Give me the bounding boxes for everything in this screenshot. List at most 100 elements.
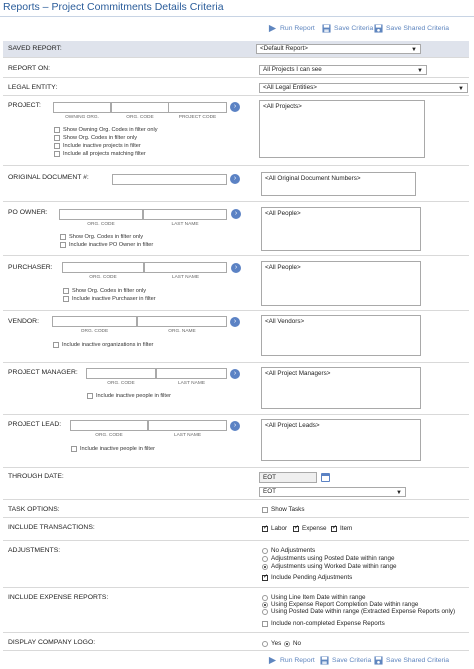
completion-date-radio[interactable]: Using Expense Report Completion Date wit… bbox=[262, 601, 418, 608]
po-owner-label: PO OWNER: bbox=[8, 209, 48, 216]
project-lead-last-name-caption: LAST NAME bbox=[173, 433, 202, 438]
project-lead-list[interactable]: <All Project Leads> bbox=[261, 419, 421, 461]
po-owner-show-org-codes-checkbox[interactable]: Show Org. Codes in filter only bbox=[60, 234, 143, 240]
project-lead-last-name-input[interactable] bbox=[148, 420, 227, 431]
arrow-right-circle-icon[interactable]: › bbox=[231, 209, 241, 219]
radio-circle bbox=[262, 608, 268, 615]
posted-date-radio[interactable]: Using Posted Date within range (Extracte… bbox=[262, 608, 455, 615]
labor-label: Labor bbox=[271, 525, 288, 532]
project-lead-include-inactive-checkbox[interactable]: Include inactive people in filter bbox=[71, 446, 155, 452]
save-shared-criteria-label: Save Shared Criteria bbox=[386, 25, 450, 32]
project-code-caption: PROJECT CODE bbox=[178, 115, 217, 120]
arrow-right-circle-icon[interactable]: › bbox=[230, 317, 240, 327]
vendor-org-code-input[interactable] bbox=[52, 316, 137, 327]
po-owner-include-inactive-checkbox[interactable]: Include inactive PO Owner in filter bbox=[60, 242, 153, 248]
adjustments-worked-date-radio[interactable]: Adjustments using Worked Date within ran… bbox=[262, 563, 397, 570]
legal-entity-select[interactable]: <All Legal Entities> ▼ bbox=[259, 83, 468, 93]
original-document-list-item: <All Original Document Numbers> bbox=[265, 175, 361, 182]
project-manager-last-name-caption: LAST NAME bbox=[177, 381, 206, 386]
include-transactions-label: INCLUDE TRANSACTIONS: bbox=[8, 524, 95, 531]
project-lead-org-code-input[interactable] bbox=[70, 420, 148, 431]
show-tasks-checkbox[interactable]: Show Tasks bbox=[262, 506, 304, 513]
no-adjustments-radio[interactable]: No Adjustments bbox=[262, 547, 315, 554]
logo-yes-label: Yes bbox=[271, 640, 282, 647]
calendar-icon[interactable] bbox=[321, 473, 330, 482]
po-owner-org-code-input[interactable] bbox=[59, 209, 143, 220]
no-adjustments-label: No Adjustments bbox=[271, 547, 316, 554]
vendor-list-item: <All Vendors> bbox=[265, 318, 305, 325]
run-icon bbox=[268, 24, 277, 33]
saved-report-select[interactable]: <Default Report> ▼ bbox=[256, 44, 421, 54]
vendor-list[interactable]: <All Vendors> bbox=[261, 315, 421, 356]
purchaser-last-name-input[interactable] bbox=[144, 262, 227, 273]
adjustments-posted-date-radio[interactable]: Adjustments using Posted Date within ran… bbox=[262, 555, 395, 562]
po-owner-show-org-codes-label: Show Org. Codes in filter only bbox=[69, 234, 143, 240]
include-inactive-projects-checkbox[interactable]: Include inactive projects in filter bbox=[54, 143, 141, 149]
vendor-include-inactive-checkbox[interactable]: Include inactive organizations in filter bbox=[53, 342, 153, 348]
owning-org-input[interactable] bbox=[53, 102, 111, 113]
purchaser-show-org-codes-checkbox[interactable]: Show Org. Codes in filter only bbox=[63, 288, 146, 294]
shared-floppy-icon bbox=[374, 24, 383, 33]
purchaser-include-inactive-checkbox[interactable]: Include inactive Purchaser in filter bbox=[63, 296, 156, 302]
vendor-org-name-input[interactable] bbox=[137, 316, 227, 327]
po-owner-list[interactable]: <All People> bbox=[261, 207, 421, 251]
project-lead-org-code-caption: ORG. CODE bbox=[95, 433, 123, 438]
purchaser-row: PURCHASER: ORG. CODE LAST NAME › <All Pe… bbox=[3, 257, 469, 311]
save-criteria-button[interactable]: Save Criteria bbox=[322, 24, 373, 33]
through-date-label: THROUGH DATE: bbox=[8, 473, 64, 480]
purchaser-org-code-input[interactable] bbox=[62, 262, 144, 273]
radio-circle bbox=[284, 640, 290, 647]
org-code-input[interactable] bbox=[111, 102, 169, 113]
legal-entity-value: <All Legal Entities> bbox=[263, 84, 317, 91]
project-list[interactable]: <All Projects> bbox=[259, 100, 425, 158]
report-on-select[interactable]: All Projects I can see ▼ bbox=[259, 65, 427, 75]
po-owner-last-name-input[interactable] bbox=[143, 209, 227, 220]
project-code-input[interactable] bbox=[168, 102, 227, 113]
item-checkbox[interactable]: Item bbox=[331, 524, 352, 532]
save-shared-criteria-button-bottom[interactable]: Save Shared Criteria bbox=[374, 656, 449, 665]
show-org-codes-checkbox[interactable]: Show Org. Codes in filter only bbox=[54, 135, 137, 141]
checkbox-box bbox=[262, 573, 268, 581]
arrow-right-circle-icon[interactable]: › bbox=[230, 102, 240, 112]
report-on-row: REPORT ON: All Projects I can see ▼ bbox=[3, 60, 469, 78]
labor-checkbox[interactable]: Labor bbox=[262, 524, 288, 532]
radio-circle bbox=[262, 594, 268, 601]
po-owner-last-name-caption: LAST NAME bbox=[171, 222, 199, 227]
run-icon bbox=[268, 656, 277, 665]
show-owning-org-codes-checkbox[interactable]: Show Owning Org. Codes in filter only bbox=[54, 127, 158, 133]
save-shared-criteria-button[interactable]: Save Shared Criteria bbox=[374, 24, 449, 33]
run-report-button[interactable]: Run Report bbox=[268, 24, 315, 33]
checkbox-box bbox=[60, 234, 66, 240]
save-criteria-label: Save Criteria bbox=[332, 657, 372, 664]
purchaser-include-inactive-label: Include inactive Purchaser in filter bbox=[72, 296, 156, 302]
save-criteria-button-bottom[interactable]: Save Criteria bbox=[320, 656, 371, 665]
logo-yes-radio[interactable]: Yes bbox=[262, 640, 281, 647]
run-report-button-bottom[interactable]: Run Report bbox=[268, 656, 315, 665]
checkbox-box bbox=[293, 524, 299, 532]
project-manager-include-inactive-checkbox[interactable]: Include inactive people in filter bbox=[87, 393, 171, 399]
arrow-right-circle-icon[interactable]: › bbox=[230, 369, 240, 379]
include-pending-adjustments-checkbox[interactable]: Include Pending Adjustments bbox=[262, 573, 352, 581]
purchaser-list[interactable]: <All People> bbox=[261, 261, 421, 306]
project-manager-last-name-input[interactable] bbox=[156, 368, 227, 379]
expense-checkbox[interactable]: Expense bbox=[293, 524, 327, 532]
line-item-date-radio[interactable]: Using Line Item Date within range bbox=[262, 594, 366, 601]
purchaser-list-item: <All People> bbox=[265, 264, 301, 271]
arrow-right-circle-icon[interactable]: › bbox=[230, 174, 240, 184]
through-date-select[interactable]: EOT ▼ bbox=[259, 487, 406, 497]
checkbox-box bbox=[54, 143, 60, 149]
original-document-list[interactable]: <All Original Document Numbers> bbox=[261, 172, 416, 196]
project-manager-list[interactable]: <All Project Managers> bbox=[261, 367, 421, 409]
vendor-org-name-caption: ORG. NAME bbox=[168, 329, 196, 334]
display-company-logo-row: DISPLAY COMPANY LOGO: Yes No bbox=[3, 634, 469, 651]
through-date-input[interactable]: EOT bbox=[259, 472, 317, 483]
checkbox-box bbox=[53, 342, 59, 348]
original-document-input[interactable] bbox=[112, 174, 227, 185]
arrow-right-circle-icon[interactable]: › bbox=[231, 263, 241, 273]
logo-no-radio[interactable]: No bbox=[284, 640, 301, 647]
project-manager-label: PROJECT MANAGER: bbox=[8, 369, 78, 376]
project-manager-org-code-input[interactable] bbox=[86, 368, 156, 379]
arrow-right-circle-icon[interactable]: › bbox=[230, 421, 240, 431]
include-noncompleted-expense-reports-checkbox[interactable]: Include non-completed Expense Reports bbox=[262, 620, 385, 627]
include-all-projects-checkbox[interactable]: Include all projects matching filter bbox=[54, 151, 146, 157]
